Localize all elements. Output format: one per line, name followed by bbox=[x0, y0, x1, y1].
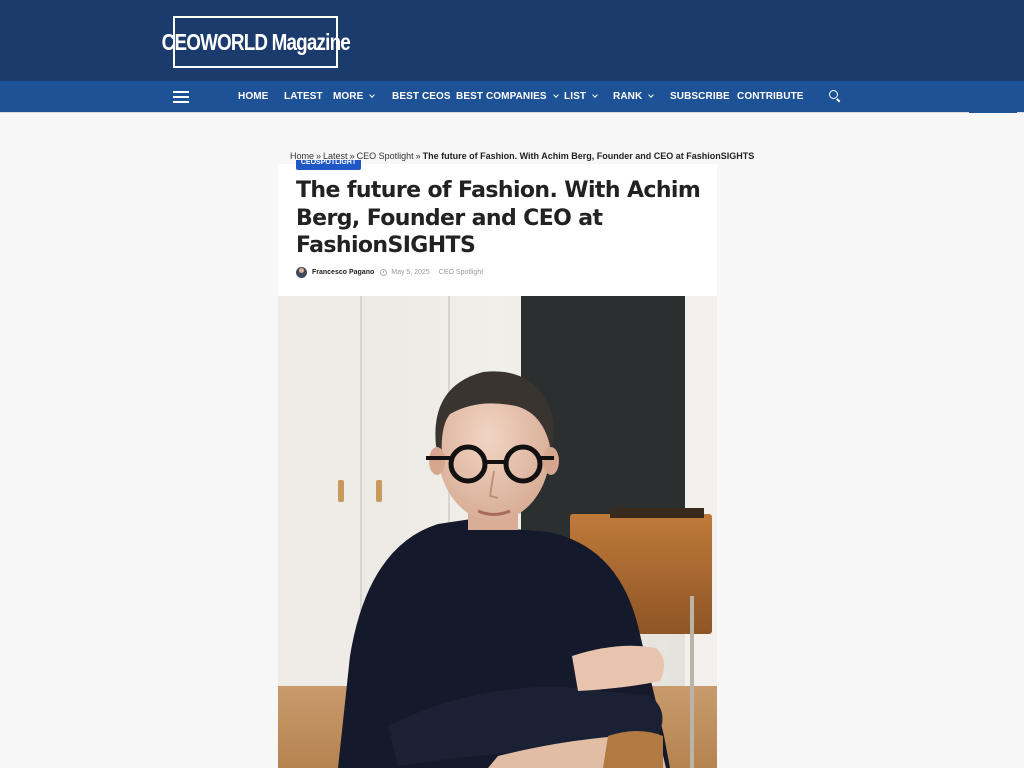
article-title: The future of Fashion. With Achim Berg, … bbox=[296, 178, 701, 258]
nav-item-best-companies[interactable]: BEST COMPANIES bbox=[456, 81, 559, 113]
nav-item-contribute[interactable]: CONTRIBUTE bbox=[737, 81, 804, 113]
article-meta: Francesco Pagano May 5, 2025 CEO Spotlig… bbox=[296, 266, 483, 278]
nav-item-home[interactable]: HOME bbox=[238, 81, 268, 113]
author-name[interactable]: Francesco Pagano bbox=[312, 269, 374, 276]
nav-item-latest[interactable]: LATEST bbox=[284, 81, 323, 113]
chevron-down-icon bbox=[648, 92, 655, 98]
featured-image bbox=[278, 296, 717, 768]
category-badge[interactable]: CEOSPOTLIGHT bbox=[296, 160, 361, 170]
main-navigation: HOME LATEST MORE BEST CEOS BEST COMPANIE… bbox=[0, 81, 1024, 113]
site-header: CEOWORLD Magazine bbox=[0, 0, 1024, 81]
chevron-down-icon bbox=[369, 92, 376, 98]
nav-item-more[interactable]: MORE bbox=[333, 81, 376, 113]
chevron-down-icon bbox=[552, 92, 559, 98]
nav-item-rank[interactable]: RANK bbox=[613, 81, 655, 113]
clock-icon bbox=[380, 268, 388, 276]
nav-divider bbox=[969, 112, 1017, 113]
breadcrumb-ceo-spotlight[interactable]: CEO Spotlight bbox=[357, 151, 414, 161]
chevron-down-icon bbox=[592, 92, 598, 98]
hamburger-icon[interactable] bbox=[173, 91, 189, 103]
search-icon[interactable] bbox=[829, 90, 841, 103]
site-logo-text: CEOWORLD Magazine bbox=[161, 28, 350, 55]
breadcrumb-separator: » bbox=[415, 151, 421, 161]
nav-item-best-ceos[interactable]: BEST CEOS bbox=[392, 81, 451, 113]
article-category-link[interactable]: CEO Spotlight bbox=[439, 269, 483, 276]
breadcrumb-current: The future of Fashion. With Achim Berg, … bbox=[422, 151, 755, 161]
nav-item-list[interactable]: LIST bbox=[564, 81, 598, 113]
nav-item-subscribe[interactable]: SUBSCRIBE bbox=[670, 81, 730, 113]
author-avatar[interactable] bbox=[296, 266, 307, 278]
portrait-photo bbox=[278, 296, 717, 768]
site-logo[interactable]: CEOWORLD Magazine bbox=[161, 16, 350, 68]
publish-date: May 5, 2025 bbox=[391, 268, 430, 276]
